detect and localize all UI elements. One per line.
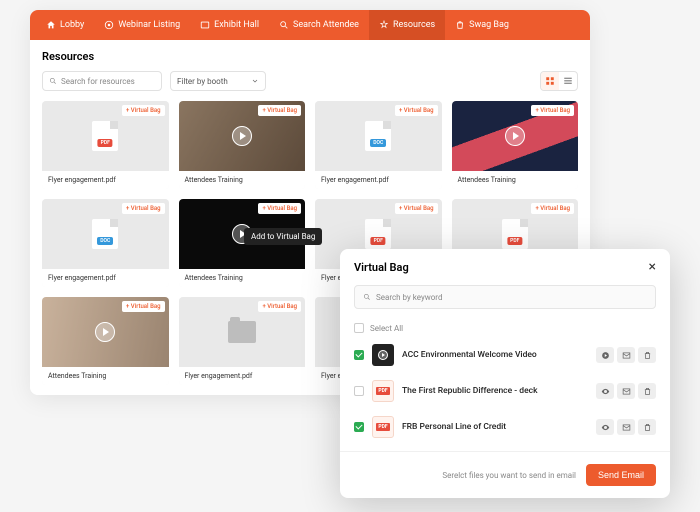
virtual-bag-badge[interactable]: + Virtual Bag <box>122 301 165 312</box>
grid-view-button[interactable] <box>541 72 559 90</box>
virtual-bag-badge[interactable]: + Virtual Bag <box>122 105 165 116</box>
modal-search-placeholder: Search by keyword <box>376 293 442 302</box>
filter-select[interactable]: Filter by booth <box>170 71 266 91</box>
pdf-icon: PDF <box>372 416 394 438</box>
nav-exhibit[interactable]: Exhibit Hall <box>190 10 269 40</box>
close-icon[interactable]: × <box>649 259 656 275</box>
row-checkbox[interactable] <box>354 422 364 432</box>
nav-search-attendee[interactable]: Search Attendee <box>269 10 369 40</box>
delete-action[interactable] <box>638 347 656 363</box>
virtual-bag-badge[interactable]: + Virtual Bag <box>122 203 165 214</box>
modal-search-input[interactable]: Search by keyword <box>354 285 656 309</box>
virtual-bag-badge[interactable]: + Virtual Bag <box>258 105 301 116</box>
virtual-bag-badge[interactable]: + Virtual Bag <box>531 105 574 116</box>
nav-label: Resources <box>393 20 435 30</box>
modal-header: Virtual Bag × <box>340 249 670 281</box>
nav-label: Swag Bag <box>469 20 509 30</box>
page-title: Resources <box>42 50 578 63</box>
send-email-button[interactable]: Send Email <box>586 464 656 486</box>
select-all-label: Select All <box>370 324 403 333</box>
nav-swag-bag[interactable]: Swag Bag <box>445 10 519 40</box>
view-action[interactable] <box>596 347 614 363</box>
resource-card[interactable]: + Virtual Bag Attendees Training <box>42 297 169 385</box>
nav-resources[interactable]: Resources <box>369 10 445 40</box>
search-placeholder: Search for resources <box>61 77 135 86</box>
card-caption: Attendees Training <box>179 171 306 189</box>
filter-label: Filter by booth <box>177 77 228 86</box>
modal-rows: ACC Environmental Welcome Video PDF The Fi… <box>340 337 670 445</box>
resource-card[interactable]: + Virtual Bag Attendees Training <box>452 101 579 189</box>
top-nav: Lobby Webinar Listing Exhibit Hall Searc… <box>30 10 590 40</box>
virtual-bag-modal: Virtual Bag × Search by keyword Select A… <box>340 249 670 498</box>
nav-label: Webinar Listing <box>118 20 180 30</box>
row-actions <box>596 347 656 363</box>
card-caption: Flyer engagement.pdf <box>179 367 306 385</box>
view-toggle <box>540 71 578 91</box>
row-actions <box>596 383 656 399</box>
card-caption: Attendees Training <box>179 269 306 287</box>
delete-action[interactable] <box>638 419 656 435</box>
row-checkbox[interactable] <box>354 386 364 396</box>
view-action[interactable] <box>596 383 614 399</box>
nav-lobby[interactable]: Lobby <box>36 10 94 40</box>
virtual-bag-badge[interactable]: + Virtual Bag <box>531 203 574 214</box>
video-icon <box>372 344 394 366</box>
email-action[interactable] <box>617 419 635 435</box>
row-checkbox[interactable] <box>354 350 364 360</box>
resource-card[interactable]: + Virtual Bag Attendees Training <box>179 101 306 189</box>
resource-card[interactable]: + Virtual Bag Flyer engagement.pdf <box>179 297 306 385</box>
nav-label: Search Attendee <box>293 20 359 30</box>
card-caption: Flyer engagement.pdf <box>42 269 169 287</box>
bag-item-row: PDF The First Republic Difference - deck <box>340 373 670 409</box>
list-view-button[interactable] <box>559 72 577 90</box>
virtual-bag-badge[interactable]: + Virtual Bag <box>395 105 438 116</box>
resource-card[interactable]: DOC+ Virtual BagFlyer engagement.pdf <box>315 101 442 189</box>
virtual-bag-badge[interactable]: + Virtual Bag <box>395 203 438 214</box>
virtual-bag-badge[interactable]: + Virtual Bag <box>258 203 301 214</box>
pdf-icon: PDF <box>372 380 394 402</box>
select-all-checkbox[interactable] <box>354 323 364 333</box>
email-action[interactable] <box>617 383 635 399</box>
delete-action[interactable] <box>638 383 656 399</box>
nav-label: Lobby <box>60 20 84 30</box>
resource-card[interactable]: DOC+ Virtual BagFlyer engagement.pdf <box>42 199 169 287</box>
bag-item-row: ACC Environmental Welcome Video <box>340 337 670 373</box>
card-caption: Attendees Training <box>42 367 169 385</box>
card-caption: Flyer engagement.pdf <box>315 171 442 189</box>
nav-webinar[interactable]: Webinar Listing <box>94 10 190 40</box>
controls-row: Search for resources Filter by booth <box>42 71 578 91</box>
email-action[interactable] <box>617 347 635 363</box>
resource-card[interactable]: PDF+ Virtual BagFlyer engagement.pdf <box>42 101 169 189</box>
nav-label: Exhibit Hall <box>214 20 259 30</box>
row-label: ACC Environmental Welcome Video <box>402 350 588 360</box>
virtual-bag-badge[interactable]: + Virtual Bag <box>258 301 301 312</box>
search-input[interactable]: Search for resources <box>42 71 162 91</box>
row-label: The First Republic Difference - deck <box>402 386 588 396</box>
row-label: FRB Personal Line of Credit <box>402 422 588 432</box>
modal-title: Virtual Bag <box>354 261 409 274</box>
tooltip: Add to Virtual Bag <box>244 228 322 245</box>
row-actions <box>596 419 656 435</box>
view-action[interactable] <box>596 419 614 435</box>
footer-text: Serelct files you want to send in email <box>442 471 576 480</box>
card-caption: Attendees Training <box>452 171 579 189</box>
bag-item-row: PDF FRB Personal Line of Credit <box>340 409 670 445</box>
card-caption: Flyer engagement.pdf <box>42 171 169 189</box>
chevron-down-icon <box>251 77 259 85</box>
select-all[interactable]: Select All <box>340 319 670 337</box>
modal-footer: Serelct files you want to send in email … <box>340 451 670 498</box>
